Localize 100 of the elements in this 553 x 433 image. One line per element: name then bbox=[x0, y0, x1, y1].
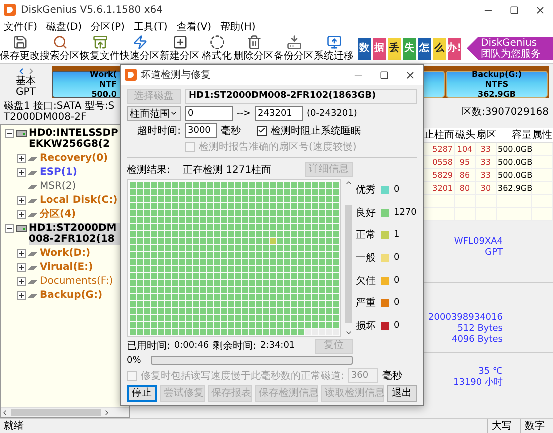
legend-count: 0 bbox=[394, 185, 400, 196]
maximize-icon bbox=[380, 70, 388, 80]
dashed-circle-icon bbox=[210, 35, 224, 50]
toolbar-button[interactable]: 新建分区 bbox=[160, 34, 200, 63]
column-header[interactable]: 磁头 bbox=[455, 128, 476, 143]
expand-icon[interactable] bbox=[17, 277, 26, 286]
elapsed-label: 已用时间: bbox=[127, 340, 170, 353]
banner-tile[interactable]: 办! bbox=[448, 38, 461, 60]
toolbar-button[interactable]: 搜索分区 bbox=[40, 34, 80, 63]
table-cell: 362.9GB bbox=[497, 182, 532, 195]
close-icon bbox=[404, 70, 416, 80]
menu-item[interactable]: 文件(F) bbox=[4, 20, 38, 34]
detail-value: GPT bbox=[485, 248, 503, 259]
detail-value: 512 Bytes bbox=[458, 324, 503, 335]
collapse-icon[interactable] bbox=[5, 129, 14, 138]
menu-item[interactable]: 分区(P) bbox=[91, 20, 125, 34]
legend-label: 严重 bbox=[356, 296, 376, 310]
expand-icon[interactable] bbox=[17, 263, 26, 272]
toolbar-button[interactable]: 格式化 bbox=[200, 34, 234, 63]
window-title: DiskGenius V5.6.1.1580 x64 bbox=[21, 4, 164, 16]
legend-label: 欠佳 bbox=[356, 274, 376, 288]
progress-text: 0% bbox=[127, 356, 142, 366]
banner-tile[interactable]: 么 bbox=[433, 38, 446, 60]
dialog-title: 坏道检测与修复 bbox=[141, 68, 212, 82]
option-label: 检测时报告准确的扇区号(速度较慢) bbox=[199, 140, 357, 154]
column-header[interactable]: 属性 bbox=[532, 128, 553, 143]
app-icon bbox=[4, 4, 16, 16]
tree-item[interactable]: HD0:INTELSSDPEKKW256G8(2 bbox=[29, 128, 121, 150]
collapse-icon[interactable] bbox=[5, 224, 14, 233]
repair-option-label: 修复时包括读写速度慢于此毫秒数的正常磁道: bbox=[141, 370, 344, 382]
horizontal-scrollbar[interactable] bbox=[1, 407, 129, 417]
banner-tile[interactable]: 丢 bbox=[388, 38, 401, 60]
toolbar-button[interactable]: 删除分区 bbox=[234, 34, 274, 63]
scroll-right-icon[interactable] bbox=[103, 408, 111, 416]
partition-block[interactable]: Backup(G:) NTFS 362.9GB bbox=[446, 71, 548, 98]
column-header[interactable]: 止柱面 bbox=[424, 128, 455, 143]
dialog-button[interactable]: 停止 bbox=[127, 385, 157, 402]
checkbox[interactable] bbox=[257, 126, 267, 136]
scroll-down-icon[interactable] bbox=[344, 329, 352, 337]
status-indicator: 大写 bbox=[487, 419, 516, 433]
remaining-label: 剩余时间: bbox=[213, 340, 256, 353]
toolbar-button[interactable]: 保存更改 bbox=[0, 34, 40, 63]
threshold-unit: 毫秒 bbox=[382, 370, 402, 382]
range-dropdown[interactable]: 柱面范围 bbox=[127, 106, 181, 121]
maximize-icon bbox=[510, 6, 518, 14]
table-cell: 500.0GB bbox=[497, 156, 532, 169]
column-header[interactable]: 扇区 bbox=[476, 128, 497, 143]
menu-item[interactable]: 查看(V) bbox=[176, 20, 212, 34]
expand-icon[interactable] bbox=[17, 168, 26, 177]
legend-count: 0 bbox=[394, 298, 400, 308]
menu-item[interactable]: 帮助(H) bbox=[220, 20, 256, 34]
scroll-left-icon[interactable] bbox=[1, 408, 9, 416]
timeout-field[interactable]: 3000 bbox=[185, 123, 217, 138]
menu-item[interactable]: 磁盘(D) bbox=[46, 20, 82, 34]
banner-tile[interactable]: 怎 bbox=[418, 38, 431, 60]
detail-value: 2000398934016 bbox=[428, 313, 503, 324]
plus-square-icon bbox=[172, 35, 188, 50]
banner-tile[interactable]: 据 bbox=[373, 38, 386, 60]
vertical-scrollbar[interactable] bbox=[344, 179, 353, 337]
expand-icon[interactable] bbox=[17, 196, 26, 205]
range-end-field[interactable]: 243201 bbox=[255, 106, 304, 121]
table-cell: 33 bbox=[476, 156, 497, 169]
table-cell: 30 bbox=[476, 182, 497, 195]
disk-name-field: HD1:ST2000DM008-2FR102(1863GB) bbox=[185, 89, 417, 104]
legend-label: 优秀 bbox=[356, 184, 376, 198]
expand-icon[interactable] bbox=[17, 291, 26, 300]
trash-icon bbox=[246, 35, 262, 50]
toolbar-button[interactable]: 快速分区 bbox=[120, 34, 160, 63]
detail-value: WFL09XA4 bbox=[454, 237, 503, 248]
table-cell: 500.0GB bbox=[497, 169, 532, 182]
expand-icon[interactable] bbox=[17, 210, 26, 219]
partition-name: Work( bbox=[90, 70, 117, 80]
table-cell: 104 bbox=[455, 143, 476, 156]
timeout-label: 超时时间: bbox=[136, 124, 181, 138]
legend-count: 0 bbox=[394, 252, 400, 263]
expand-icon[interactable] bbox=[17, 249, 26, 258]
sector-count-text: 区数:3907029168 bbox=[462, 106, 549, 119]
partition-name: Backup(G:) bbox=[472, 70, 522, 80]
scroll-up-icon[interactable] bbox=[344, 179, 352, 187]
column-header[interactable]: 容量 bbox=[497, 128, 532, 143]
tree-item[interactable]: HD1:ST2000DM008-2FR102(18 bbox=[29, 223, 121, 245]
timeout-unit: 毫秒 bbox=[221, 124, 241, 138]
table-cell bbox=[532, 143, 553, 156]
remaining-value: 2:34:01 bbox=[260, 341, 296, 351]
lightning-icon bbox=[132, 35, 148, 50]
toolbar-button[interactable]: 系统迁移 bbox=[314, 34, 354, 63]
menu-item[interactable]: 工具(T) bbox=[134, 20, 168, 34]
dialog-button[interactable]: 退出 bbox=[387, 385, 417, 402]
table-cell: 86 bbox=[455, 169, 476, 182]
detail-value: 13190 小时 bbox=[454, 378, 503, 389]
toolbar-button[interactable]: 恢复文件 bbox=[80, 34, 120, 63]
legend-count: 1270 bbox=[394, 208, 417, 218]
banner-tile[interactable]: 数 bbox=[358, 38, 371, 60]
range-start-field[interactable]: 0 bbox=[185, 106, 233, 121]
legend-count: 0 bbox=[394, 320, 400, 331]
toolbar-button[interactable]: 备份分区 bbox=[274, 34, 314, 63]
expand-icon[interactable] bbox=[17, 154, 26, 163]
detail-value: 4096 Bytes bbox=[452, 335, 503, 346]
range-arrow: --> bbox=[237, 108, 252, 118]
banner-slogan[interactable]: DiskGenius 团队为您服务 bbox=[467, 36, 553, 60]
